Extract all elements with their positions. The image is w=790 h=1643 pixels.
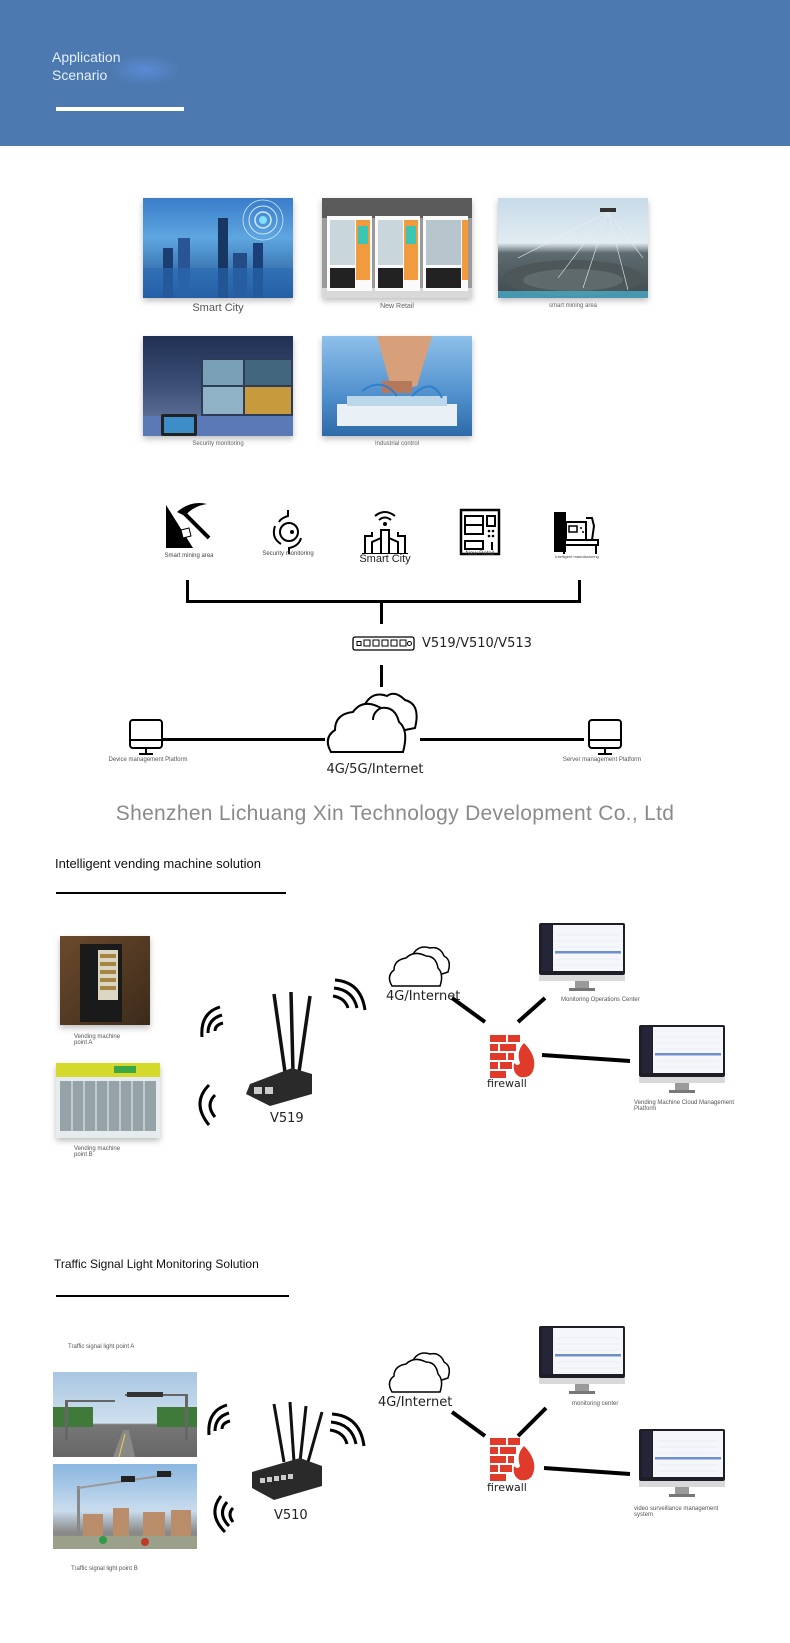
cloud-icon: [326, 692, 418, 753]
wireless-signal-icon-a: [200, 1005, 224, 1038]
router-switch-icon: [352, 636, 415, 651]
topology-caption-mining: Smart mining area: [164, 553, 214, 559]
smart-city-photo: [143, 198, 293, 298]
vending-machine-icon: [459, 508, 501, 556]
traffic-point-b-photo: [53, 1464, 197, 1549]
v519-label: V519: [270, 1111, 304, 1126]
traffic-point-b-illustration: [53, 1471, 197, 1549]
camera-icon: [272, 510, 302, 554]
traffic-wireless-icon-uplink: [329, 1412, 366, 1447]
vending-firewall-label: firewall: [487, 1077, 527, 1090]
vending-solution-title: Intelligent vending machine solution: [55, 856, 261, 871]
topology-caption-industrial: Intelligent manufacturing: [555, 554, 599, 559]
scenario-caption-new-retail: New Retail: [380, 303, 414, 310]
traffic-monitor-1-icon: [539, 1326, 625, 1394]
smart-city-illustration: [143, 199, 293, 298]
wireless-signal-icon-uplink: [332, 978, 367, 1011]
vending-firewall-icon: [490, 1035, 535, 1078]
bracket-bar: [186, 600, 581, 603]
vending-title-rule: [56, 892, 286, 894]
traffic-monitor-1-label: monitoring center: [572, 1401, 619, 1407]
header-glow: [110, 55, 180, 85]
traffic-firewall-icon: [490, 1438, 535, 1481]
traffic-point-a-illustration: [53, 1392, 197, 1457]
industrial-robot-illustration: [337, 336, 457, 426]
traffic-point-a-photo: [53, 1372, 197, 1457]
header-title: Application Scenario: [52, 48, 121, 84]
vending-point-a-label: Vending machine point A: [74, 1034, 121, 1046]
cloud-right-line: [420, 738, 584, 741]
vending-monitor-2-icon: [639, 1025, 725, 1093]
industrial-robot-photo: [322, 336, 472, 436]
traffic-monitor-2-icon: [639, 1429, 725, 1497]
scenario-caption-smart-city: Smart City: [192, 302, 244, 314]
traffic-firewall-label: firewall: [487, 1481, 527, 1494]
server-platform-label: Server management Platform: [562, 757, 642, 763]
scenario-caption-security: Security monitoring: [192, 441, 244, 447]
vending-machines-illustration: [322, 198, 472, 298]
monitoring-room-illustration: [143, 358, 293, 436]
network-label: 4G/5G/Internet: [326, 762, 424, 777]
vending-point-b-photo: [56, 1063, 160, 1138]
cloud-left-line: [158, 738, 325, 741]
pickaxe-mine-icon: [166, 503, 211, 548]
topology-caption-security: Security monitoring: [262, 551, 314, 557]
traffic-title-rule: [56, 1295, 289, 1297]
traffic-point-a-label: Traffic signal light point A: [68, 1344, 135, 1350]
header-title-line2: Scenario: [52, 67, 108, 83]
mining-area-illustration: [498, 208, 648, 298]
topology-caption-retail: New Retail: [465, 551, 495, 557]
bracket-left: [186, 580, 189, 602]
vending-monitor-1-label: Monitoring Operations Center: [561, 997, 640, 1003]
traffic-solution-title: Traffic Signal Light Monitoring Solution: [54, 1257, 259, 1271]
traffic-wireless-icon-b: [213, 1495, 235, 1534]
device-platform-monitor-icon: [129, 719, 163, 755]
mining-area-photo: [498, 198, 648, 298]
vending-monitor-2-label: Vending Machine Cloud Management Platfor…: [634, 1100, 735, 1112]
traffic-wireless-icon-a: [207, 1403, 231, 1436]
bracket-right: [578, 580, 581, 602]
scenario-caption-mining: smart mining area: [548, 303, 598, 309]
topology-caption-smart-city: Smart City: [359, 553, 411, 565]
traffic-point-b-label: Traffic signal light point B: [71, 1566, 138, 1572]
monitoring-room-photo: [143, 336, 293, 436]
vending-point-a-photo: [60, 936, 150, 1025]
vending-machines-photo: [322, 198, 472, 298]
smart-city-icon: [362, 511, 408, 554]
traffic-monitor-2-label: video surveillance management system: [634, 1506, 719, 1518]
bracket-stem: [380, 602, 383, 624]
router-models-label: V519/V510/V513: [422, 636, 532, 651]
v510-router-icon: [252, 1401, 324, 1500]
header-banner: Application Scenario: [0, 0, 790, 146]
wireless-signal-icon-b: [198, 1083, 217, 1126]
v510-label: V510: [274, 1508, 308, 1523]
header-underline: [56, 107, 184, 111]
vending-monitor-1-icon: [539, 923, 625, 991]
vending-point-b-illustration: [56, 1063, 160, 1131]
header-title-line1: Application: [52, 49, 121, 65]
server-platform-monitor-icon: [588, 719, 622, 755]
industrial-machine-icon: [554, 512, 599, 554]
router-to-cloud-line: [380, 665, 383, 687]
v519-router-icon: [246, 992, 312, 1106]
company-name: Shenzhen Lichuang Xin Technology Develop…: [115, 802, 675, 825]
vending-point-a-illustration: [80, 944, 122, 1022]
scenario-caption-industrial: Industrial control: [374, 441, 420, 447]
vending-point-b-label: Vending machine point B: [74, 1146, 121, 1158]
device-platform-label: Device management Platform: [108, 757, 188, 763]
